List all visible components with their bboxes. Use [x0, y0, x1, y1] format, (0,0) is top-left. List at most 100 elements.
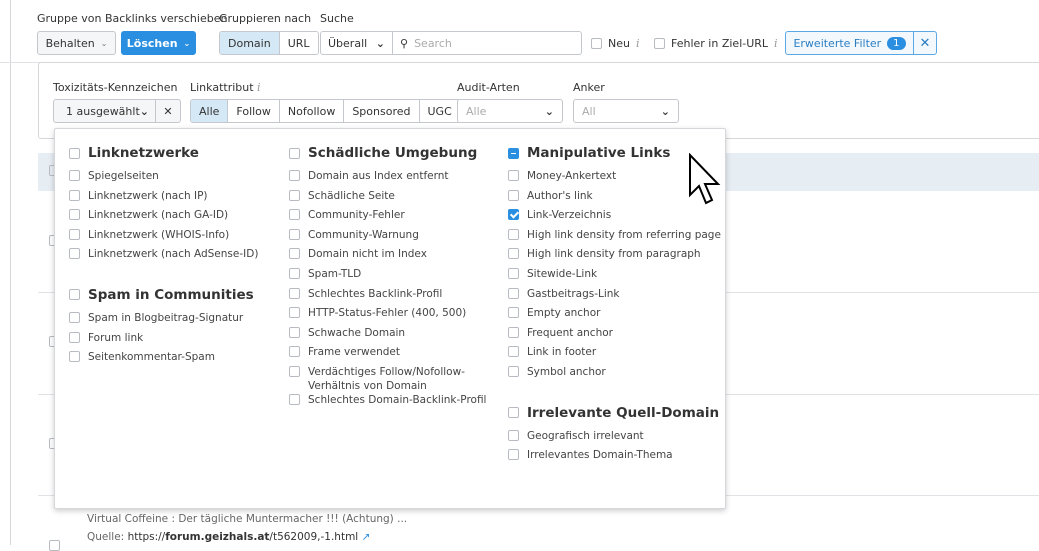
filter-option[interactable]: Linknetzwerk (nach AdSense-ID): [69, 247, 279, 267]
filter-option[interactable]: High link density from paragraph: [508, 247, 723, 267]
option-checkbox[interactable]: [289, 248, 300, 260]
option-checkbox[interactable]: [289, 209, 300, 221]
filter-option[interactable]: Schlechtes Domain-Backlink-Profil: [289, 393, 499, 413]
option-checkbox[interactable]: [69, 228, 80, 240]
filter-option[interactable]: Domain nicht im Index: [289, 247, 499, 267]
group-checkbox[interactable]: [508, 147, 519, 159]
option-checkbox[interactable]: [289, 170, 300, 181]
filter-option[interactable]: Geografisch irrelevant: [508, 429, 723, 449]
option-checkbox[interactable]: [69, 209, 80, 221]
filter-option[interactable]: Frame verwendet: [289, 345, 499, 365]
option-checkbox[interactable]: [289, 326, 300, 338]
option-checkbox[interactable]: [289, 228, 300, 240]
filter-option[interactable]: Schädliche Seite: [289, 189, 499, 209]
filter-option[interactable]: Community-Fehler: [289, 208, 499, 228]
option-checkbox[interactable]: [289, 307, 300, 319]
filter-option[interactable]: Symbol anchor: [508, 365, 723, 385]
search-input[interactable]: ⚲ Search: [393, 32, 581, 54]
filter-option[interactable]: Linknetzwerk (nach GA-ID): [69, 208, 279, 228]
group-by-url[interactable]: URL: [279, 32, 318, 54]
new-filter[interactable]: Neu i: [591, 37, 640, 50]
filter-option[interactable]: Empty anchor: [508, 306, 723, 326]
linkattr-ugc[interactable]: UGC: [419, 100, 460, 122]
filter-option[interactable]: Schwache Domain: [289, 326, 499, 346]
external-link-icon[interactable]: ↗: [362, 531, 371, 543]
new-checkbox[interactable]: [591, 38, 602, 49]
linkattr-all[interactable]: Alle: [191, 100, 229, 122]
group-checkbox[interactable]: [69, 147, 80, 159]
option-checkbox[interactable]: [508, 287, 519, 299]
filter-option[interactable]: Domain aus Index entfernt: [289, 169, 499, 189]
option-checkbox[interactable]: [69, 189, 80, 201]
target-error-filter[interactable]: Fehler in Ziel-URL i: [654, 37, 778, 50]
option-checkbox[interactable]: [508, 170, 519, 181]
option-checkbox[interactable]: [508, 189, 519, 201]
delete-button[interactable]: Löschen ⌄: [121, 31, 196, 55]
filter-option[interactable]: Frequent anchor: [508, 326, 723, 346]
option-checkbox[interactable]: [508, 228, 519, 240]
advanced-filter-button[interactable]: Erweiterte Filter 1 ✕: [785, 31, 937, 55]
keep-button[interactable]: Behalten ⌄: [37, 31, 116, 55]
option-checkbox[interactable]: [508, 449, 519, 461]
option-checkbox[interactable]: [508, 267, 519, 279]
option-checkbox[interactable]: [289, 393, 300, 405]
filter-option[interactable]: Link-Verzeichnis: [508, 208, 723, 228]
row-checkbox[interactable]: [49, 540, 60, 551]
option-checkbox[interactable]: [69, 248, 80, 260]
group-by-domain[interactable]: Domain: [220, 32, 280, 54]
option-checkbox[interactable]: [508, 248, 519, 260]
info-icon[interactable]: i: [774, 37, 778, 50]
filter-option[interactable]: Community-Warnung: [289, 228, 499, 248]
filter-option[interactable]: High link density from referring page: [508, 228, 723, 248]
info-icon[interactable]: i: [636, 37, 640, 50]
option-checkbox[interactable]: [289, 346, 300, 358]
info-icon[interactable]: i: [257, 81, 261, 94]
option-checkbox[interactable]: [69, 331, 80, 343]
filter-option[interactable]: Seitenkommentar-Spam: [69, 350, 279, 370]
search-scope-select[interactable]: Überall ⌄: [321, 32, 393, 54]
group-header[interactable]: Schädliche Umgebung: [289, 143, 499, 163]
option-checkbox[interactable]: [289, 287, 300, 299]
filter-option[interactable]: Linknetzwerk (nach IP): [69, 189, 279, 209]
filter-option[interactable]: Forum link: [69, 331, 279, 351]
linkattr-nofollow[interactable]: Nofollow: [279, 100, 345, 122]
group-checkbox[interactable]: [69, 289, 80, 301]
filter-option[interactable]: Spam-TLD: [289, 267, 499, 287]
filter-option[interactable]: Verdächtiges Follow/Nofollow-Verhältnis …: [289, 365, 499, 393]
option-checkbox[interactable]: [69, 170, 80, 181]
option-checkbox[interactable]: [508, 326, 519, 338]
option-checkbox[interactable]: [289, 189, 300, 201]
filter-option[interactable]: Link in footer: [508, 345, 723, 365]
group-header[interactable]: Spam in Communities: [69, 285, 279, 305]
group-checkbox[interactable]: [508, 407, 519, 419]
filter-option[interactable]: Sitewide-Link: [508, 267, 723, 287]
option-checkbox[interactable]: [69, 351, 80, 363]
option-checkbox[interactable]: [508, 346, 519, 358]
linkattr-sponsored[interactable]: Sponsored: [344, 100, 420, 122]
filter-option[interactable]: Gastbeitrags-Link: [508, 287, 723, 307]
linkattr-follow[interactable]: Follow: [228, 100, 280, 122]
target-error-checkbox[interactable]: [654, 38, 665, 49]
option-checkbox[interactable]: [289, 365, 300, 377]
clear-icon[interactable]: ✕: [156, 100, 180, 122]
option-checkbox[interactable]: [508, 429, 519, 441]
filter-option[interactable]: Spam in Blogbeitrag-Signatur: [69, 311, 279, 331]
source-link[interactable]: https://forum.geizhals.at/t562009,-1.htm…: [128, 531, 359, 543]
option-checkbox[interactable]: [508, 365, 519, 377]
filter-option[interactable]: Linknetzwerk (WHOIS-Info): [69, 228, 279, 248]
clear-filter-icon[interactable]: ✕: [914, 32, 936, 54]
filter-option[interactable]: Spiegelseiten: [69, 169, 279, 189]
filter-option[interactable]: Irrelevantes Domain-Thema: [508, 448, 723, 468]
option-checkbox[interactable]: [508, 307, 519, 319]
filter-option[interactable]: Schlechtes Backlink-Profil: [289, 287, 499, 307]
option-checkbox[interactable]: [289, 267, 300, 279]
anchor-select[interactable]: All ⌄: [573, 99, 679, 123]
group-checkbox[interactable]: [289, 147, 300, 159]
filter-option[interactable]: HTTP-Status-Fehler (400, 500): [289, 306, 499, 326]
audit-select[interactable]: Alle ⌄: [457, 99, 563, 123]
group-header[interactable]: Irrelevante Quell-Domain: [508, 403, 723, 423]
option-checkbox[interactable]: [508, 209, 519, 221]
toxicity-select[interactable]: 1 ausgewählt ⌄ ✕: [53, 99, 181, 123]
group-header[interactable]: Linknetzwerke: [69, 143, 279, 163]
option-checkbox[interactable]: [69, 311, 80, 323]
